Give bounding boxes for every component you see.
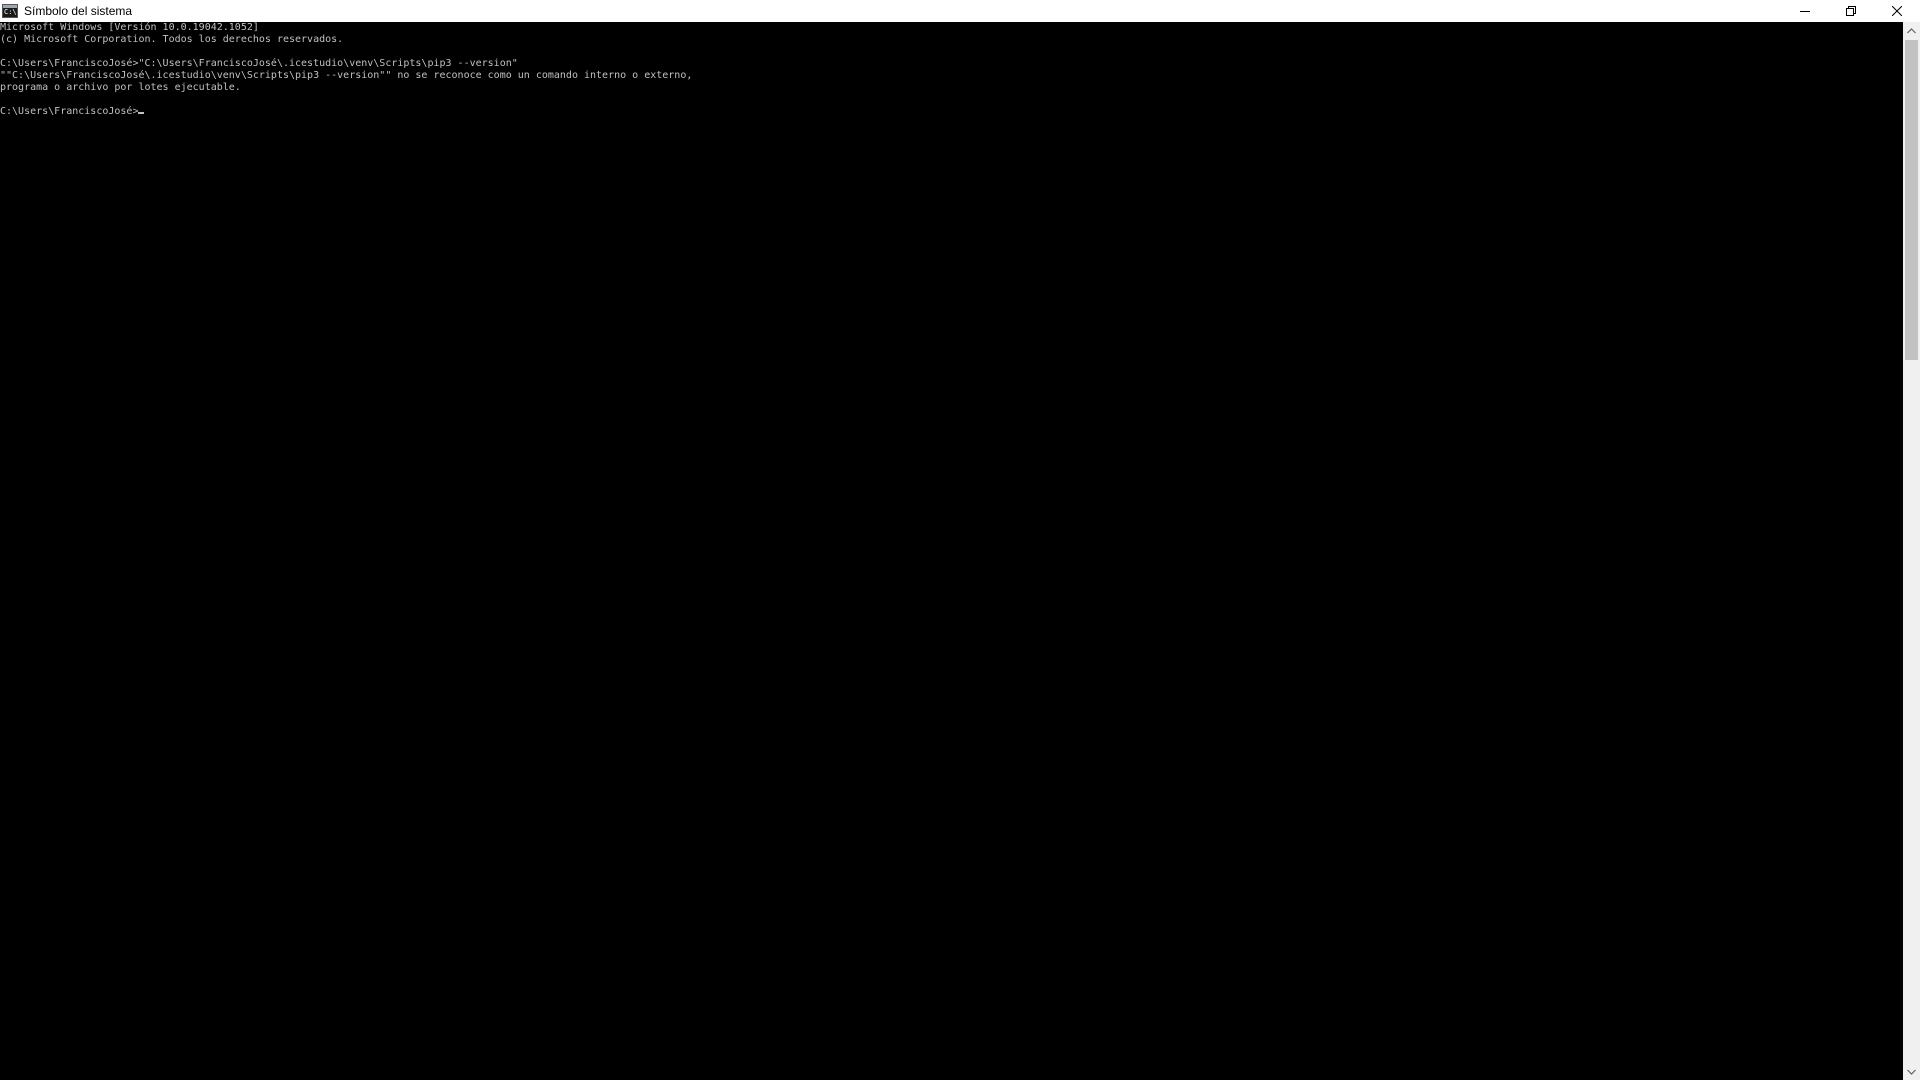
cmd-icon[interactable] [2, 4, 18, 18]
scroll-up-button[interactable] [1903, 22, 1920, 39]
terminal-line: programa o archivo por lotes ejecutable. [0, 82, 241, 93]
cmd-window: Símbolo del sistema Microsoft Windows [V… [0, 0, 1920, 1080]
scroll-down-button[interactable] [1903, 1063, 1920, 1080]
title-bar[interactable]: Símbolo del sistema [0, 0, 1920, 22]
window-title: Símbolo del sistema [24, 4, 133, 18]
vertical-scrollbar[interactable] [1903, 22, 1920, 1080]
restore-icon [1846, 6, 1856, 16]
terminal-line: Microsoft Windows [Versión 10.0.19042.10… [0, 22, 259, 33]
text-cursor [138, 112, 145, 114]
terminal-prompt-line[interactable]: C:\Users\FranciscoJosé> [0, 106, 1903, 118]
terminal-line: C:\Users\FranciscoJosé>"C:\Users\Francis… [0, 58, 518, 69]
terminal-output[interactable]: Microsoft Windows [Versión 10.0.19042.10… [0, 22, 1903, 1080]
close-icon [1892, 6, 1902, 16]
terminal-prompt: C:\Users\FranciscoJosé> [0, 106, 139, 117]
restore-button[interactable] [1828, 0, 1874, 22]
terminal-line: ""C:\Users\FranciscoJosé\.icestudio\venv… [0, 70, 693, 81]
scrollbar-thumb[interactable] [1905, 40, 1918, 360]
terminal-line: (c) Microsoft Corporation. Todos los der… [0, 34, 344, 45]
scroll-down-arrow-icon [1907, 1069, 1916, 1075]
scroll-up-arrow-icon [1907, 27, 1916, 33]
minimize-icon [1800, 11, 1810, 12]
minimize-button[interactable] [1782, 0, 1828, 22]
close-button[interactable] [1874, 0, 1920, 22]
